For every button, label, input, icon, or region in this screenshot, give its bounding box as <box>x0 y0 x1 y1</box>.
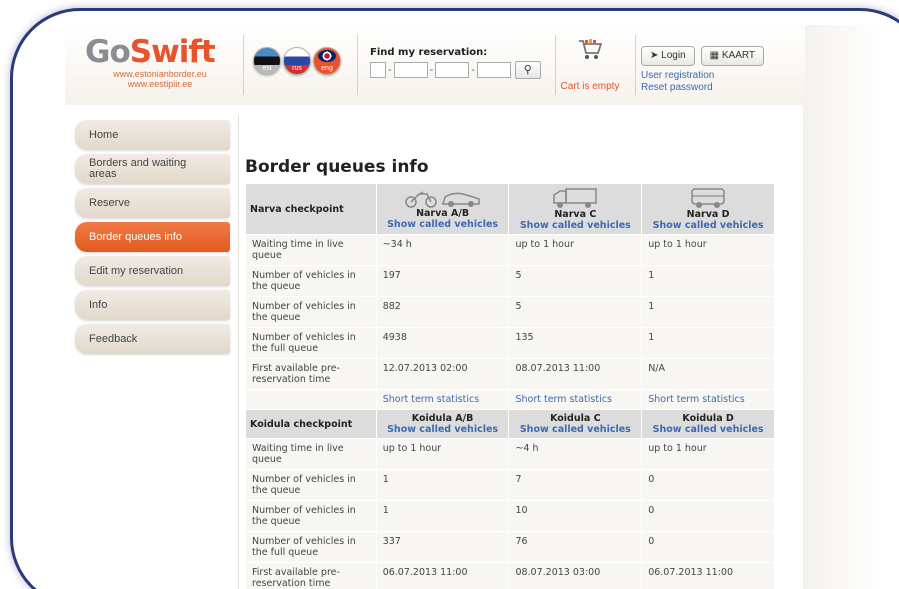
show-called-vehicles-link[interactable]: Show called vehicles <box>646 220 770 231</box>
koidula-header-row: Koidula checkpoint Koidula A/B Show call… <box>245 409 775 439</box>
reservation-code-input-2[interactable] <box>393 62 428 78</box>
logo-url-1: www.estonianborder.eu <box>113 69 207 79</box>
show-called-vehicles-link[interactable]: Show called vehicles <box>381 424 505 435</box>
statistics-row: Short term statistics Short term statist… <box>245 389 775 410</box>
language-switcher: est rus eng <box>253 47 341 75</box>
search-button[interactable]: ⚲ <box>514 61 541 79</box>
lane-name: Koidula A/B <box>411 413 474 424</box>
header-divider <box>635 35 636 95</box>
screenshot-frame: GoSwift www.estonianborder.eu www.eestip… <box>10 8 899 589</box>
nav-item-borders-and-waiting-areas[interactable]: Borders and waiting areas <box>75 154 230 184</box>
short-term-statistics-link[interactable]: Short term statistics <box>508 389 643 410</box>
login-button[interactable]: ➤ Login <box>641 46 695 66</box>
site-header: GoSwift www.estonianborder.eu www.eestip… <box>65 25 805 105</box>
lane-name: Koidula C <box>550 413 601 424</box>
table-row: Waiting time in live queue ~34 h up to 1… <box>245 234 775 266</box>
nav-item-reserve[interactable]: Reserve <box>75 188 230 218</box>
nav-item-border-queues-info[interactable]: Border queues info <box>75 222 230 252</box>
search-icon: ⚲ <box>523 63 532 76</box>
show-called-vehicles-link[interactable]: Show called vehicles <box>381 219 505 230</box>
nav-item-edit-my-reservation[interactable]: Edit my reservation <box>75 256 230 286</box>
page-background-right <box>803 25 883 589</box>
show-called-vehicles-link[interactable]: Show called vehicles <box>646 424 770 435</box>
short-term-statistics-link[interactable]: Short term statistics <box>375 389 510 410</box>
show-called-vehicles-link[interactable]: Show called vehicles <box>513 424 637 435</box>
find-reservation: Find my reservation: - - - ⚲ <box>370 47 541 79</box>
goswift-logo[interactable]: GoSwift www.estonianborder.eu www.eestip… <box>85 35 235 89</box>
auth-area: ➤ Login ▦ KAART User registration Reset p… <box>641 43 765 94</box>
kaart-button[interactable]: ▦ KAART <box>700 46 765 66</box>
lane-name: Narva D <box>686 209 730 220</box>
logo-swift: Swift <box>129 34 216 70</box>
logo-go: Go <box>85 34 131 70</box>
cart-status: Cart is empty <box>560 81 620 92</box>
show-called-vehicles-link[interactable]: Show called vehicles <box>513 220 637 231</box>
lane-name: Koidula D <box>682 413 734 424</box>
nav-item-info[interactable]: Info <box>75 290 230 320</box>
table-row: Number of vehicles in the queue 1 7 0 <box>245 469 775 501</box>
narva-header-row: Narva checkpoint Narva A/B Show called v… <box>245 183 775 235</box>
koidula-c-header: Koidula C Show called vehicles <box>508 409 643 439</box>
header-divider <box>243 35 244 95</box>
border-queues-table: Narva checkpoint Narva A/B Show called v… <box>245 183 775 589</box>
koidula-ab-header: Koidula A/B Show called vehicles <box>375 409 510 439</box>
nav-item-home[interactable]: Home <box>75 120 230 150</box>
reservation-code-input-4[interactable] <box>476 62 511 78</box>
short-term-statistics-link[interactable]: Short term statistics <box>641 389 775 410</box>
narva-c-header: Narva C Show called vehicles <box>508 183 643 235</box>
cart-icon <box>579 39 603 59</box>
motorcycle-car-icon <box>404 191 480 208</box>
page-title: Border queues info <box>245 157 429 177</box>
reservation-code-input-3[interactable] <box>435 62 470 78</box>
nav-item-feedback[interactable]: Feedback <box>75 324 230 354</box>
logo-url-2: www.eestipiir.ee <box>127 79 193 89</box>
table-row: Number of vehicles in the queue 882 5 1 <box>245 296 775 328</box>
shopping-cart[interactable]: Cart is empty <box>555 37 625 92</box>
table-row: First available pre-reservation time 06.… <box>245 562 775 589</box>
sidebar-nav: Home Borders and waiting areas Reserve B… <box>75 120 230 358</box>
header-divider <box>357 35 358 95</box>
find-reservation-label: Find my reservation: <box>370 47 488 58</box>
table-row: Number of vehicles in the full queue 337… <box>245 531 775 563</box>
main-content: Border queues info Narva checkpoint Narv… <box>238 115 778 589</box>
table-row: Number of vehicles in the queue 1 10 0 <box>245 500 775 532</box>
table-row: Number of vehicles in the full queue 493… <box>245 327 775 359</box>
language-est-flag-icon[interactable]: est <box>253 47 281 75</box>
user-registration-link[interactable]: User registration <box>641 70 764 82</box>
browser-viewport: GoSwift www.estonianborder.eu www.eestip… <box>65 25 805 589</box>
map-icon: ▦ <box>709 50 720 61</box>
narva-d-header: Narva D Show called vehicles <box>641 183 775 235</box>
login-icon: ➤ <box>650 50 659 61</box>
reset-password-link[interactable]: Reset password <box>641 82 764 94</box>
lane-name: Narva C <box>554 209 597 220</box>
lane-name: Narva A/B <box>416 208 470 219</box>
narva-checkpoint-label: Narva checkpoint <box>245 183 377 235</box>
koidula-d-header: Koidula D Show called vehicles <box>641 409 775 439</box>
bus-icon <box>691 188 725 208</box>
language-eng-flag-icon[interactable]: eng <box>313 47 341 75</box>
table-row: Number of vehicles in the queue 197 5 1 <box>245 265 775 297</box>
table-row: First available pre-reservation time 12.… <box>245 358 775 390</box>
table-row: Waiting time in live queue up to 1 hour … <box>245 438 775 470</box>
koidula-checkpoint-label: Koidula checkpoint <box>245 409 377 439</box>
truck-icon <box>553 188 598 208</box>
reservation-code-input-1[interactable] <box>370 62 386 78</box>
language-rus-flag-icon[interactable]: rus <box>283 47 311 75</box>
narva-ab-header: Narva A/B Show called vehicles <box>375 183 510 235</box>
